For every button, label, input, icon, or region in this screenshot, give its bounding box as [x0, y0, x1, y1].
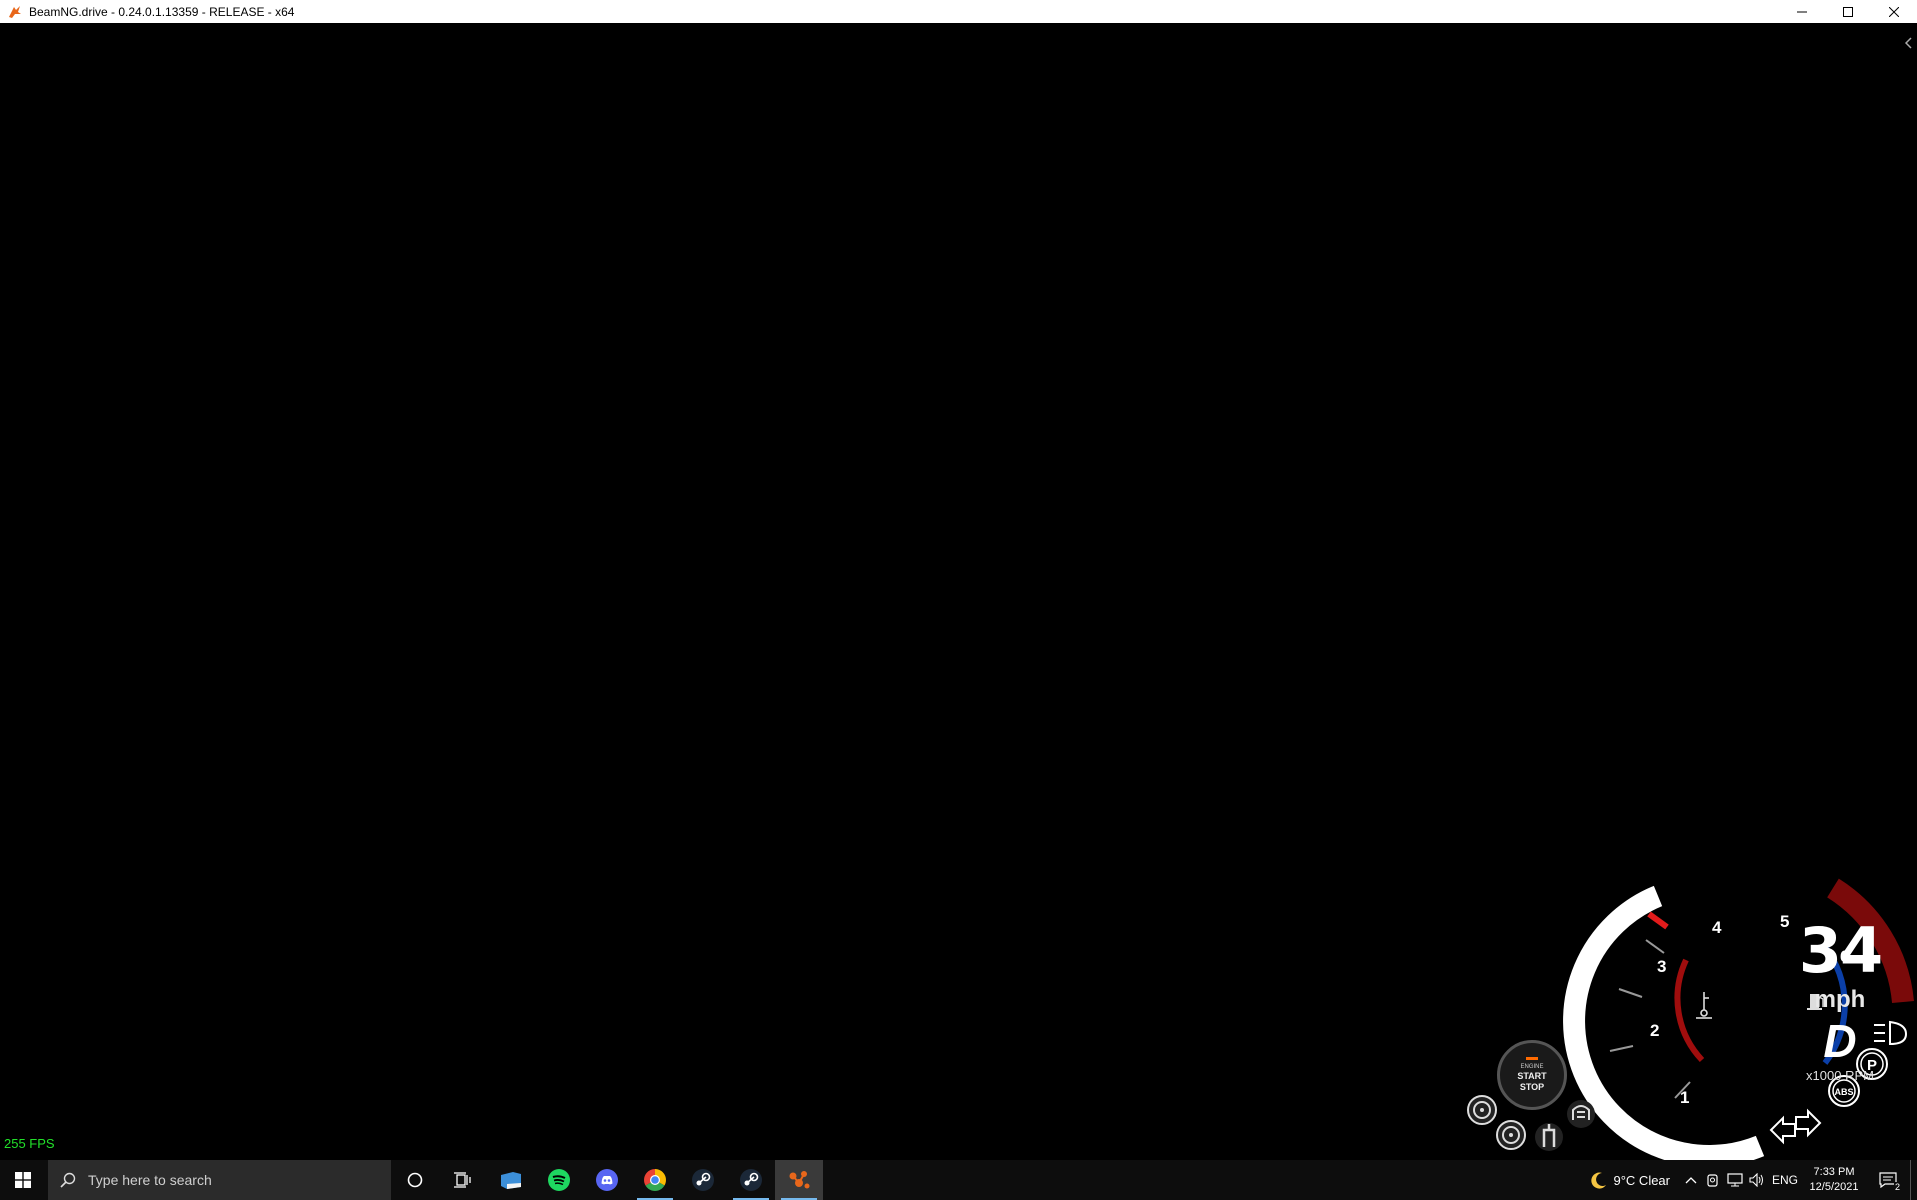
- start-button[interactable]: [0, 1160, 46, 1200]
- window-title: BeamNG.drive - 0.24.0.1.13359 - RELEASE …: [29, 4, 295, 19]
- cortana-button[interactable]: [391, 1160, 439, 1200]
- taskbar: 9°C Clear ENG 7:33 PM 12/5/2021 2: [0, 1160, 1917, 1200]
- minimize-button[interactable]: [1779, 0, 1825, 23]
- weather-widget[interactable]: 9°C Clear: [1590, 1160, 1681, 1200]
- taskbar-app-chrome[interactable]: [631, 1160, 679, 1200]
- maximize-button[interactable]: [1825, 0, 1871, 23]
- search-input[interactable]: [86, 1171, 350, 1189]
- weather-text: 9°C Clear: [1613, 1172, 1671, 1188]
- chevron-up-icon: [1685, 1177, 1697, 1184]
- moon-weather-icon: [1590, 1172, 1606, 1189]
- chevron-left-icon[interactable]: [1901, 33, 1915, 53]
- fps-counter: 255 FPS: [4, 1136, 55, 1151]
- beamng-icon: [789, 1171, 810, 1189]
- temperature-gauge: [1674, 958, 1705, 1063]
- tach-tick-label: 2: [1650, 1021, 1660, 1040]
- windows-logo-icon: [15, 1172, 31, 1188]
- transmission-icon[interactable]: [1535, 1123, 1563, 1151]
- rpm-needle: [1647, 911, 1669, 930]
- hazard-icon[interactable]: [1567, 1100, 1595, 1128]
- notification-count-badge: 2: [1893, 1182, 1901, 1192]
- file-explorer-icon: [501, 1172, 521, 1189]
- turn-right-icon[interactable]: [1795, 1108, 1822, 1138]
- volume-icon: [1749, 1173, 1763, 1187]
- temperature-icon: [1696, 992, 1712, 1019]
- taskbar-app-steam-2[interactable]: [727, 1160, 775, 1200]
- taskbar-search[interactable]: [48, 1160, 391, 1200]
- vehicle-dashboard: P ABS 1 2 3 4 5 6 34 mph D x1000 RPM ENG…: [1460, 860, 1917, 1160]
- taskbar-app-steam[interactable]: [679, 1160, 727, 1200]
- tach-tick-label: 4: [1712, 918, 1722, 937]
- tach-tick-label: 3: [1657, 957, 1667, 976]
- clock[interactable]: 7:33 PM 12/5/2021: [1802, 1160, 1866, 1200]
- show-desktop-button[interactable]: [1910, 1160, 1917, 1200]
- speed-readout: 34: [1798, 914, 1883, 987]
- svg-text:ABS: ABS: [1834, 1087, 1853, 1097]
- spotify-icon: [548, 1169, 570, 1191]
- network-icon: [1727, 1173, 1743, 1187]
- minimize-icon: [1797, 11, 1807, 12]
- speed-unit: mph: [1814, 986, 1866, 1013]
- engine-button-label-line3: STOP: [1519, 1082, 1545, 1092]
- taskbar-app-discord[interactable]: [583, 1160, 631, 1200]
- taskbar-app-beamng[interactable]: [775, 1160, 823, 1200]
- clock-date: 12/5/2021: [1809, 1181, 1859, 1193]
- action-center-button[interactable]: 2: [1866, 1160, 1910, 1200]
- close-icon: [1889, 6, 1899, 17]
- steam-icon: [740, 1169, 762, 1191]
- meet-now-icon: [1707, 1174, 1718, 1187]
- cortana-icon: [407, 1172, 423, 1188]
- engine-status-led: [1526, 1057, 1538, 1060]
- show-hidden-icons-button[interactable]: [1680, 1160, 1702, 1200]
- beamng-logo-icon: [9, 5, 21, 18]
- steam-icon: [692, 1169, 714, 1191]
- search-icon: [60, 1172, 76, 1188]
- task-view-button[interactable]: [439, 1160, 487, 1200]
- rpm-arc: [1563, 885, 1765, 1160]
- maximize-icon: [1843, 6, 1853, 17]
- tach-tick-label: 1: [1680, 1088, 1690, 1107]
- clock-time: 7:33 PM: [1813, 1166, 1855, 1178]
- meet-now-button[interactable]: [1702, 1160, 1724, 1200]
- task-view-icon: [454, 1172, 471, 1188]
- engine-start-stop-button[interactable]: ENGINE START STOP: [1497, 1040, 1567, 1110]
- close-button[interactable]: [1871, 0, 1917, 23]
- volume-button[interactable]: [1746, 1160, 1768, 1200]
- engine-button-label-line1: ENGINE: [1520, 1064, 1544, 1070]
- differential-lock-icon[interactable]: [1496, 1120, 1526, 1150]
- input-language[interactable]: ENG: [1768, 1160, 1802, 1200]
- chrome-icon: [644, 1169, 666, 1191]
- network-button[interactable]: [1724, 1160, 1746, 1200]
- window-title-bar: BeamNG.drive - 0.24.0.1.13359 - RELEASE …: [0, 0, 1917, 23]
- turn-left-icon[interactable]: [1769, 1115, 1796, 1145]
- taskbar-app-file-explorer[interactable]: [487, 1160, 535, 1200]
- system-tray: 9°C Clear ENG 7:33 PM 12/5/2021 2: [1590, 1160, 1917, 1200]
- rpm-unit-label: x1000 RPM: [1806, 1068, 1874, 1083]
- taskbar-app-spotify[interactable]: [535, 1160, 583, 1200]
- wheel-icon[interactable]: [1467, 1095, 1497, 1125]
- discord-icon: [596, 1169, 618, 1191]
- engine-button-label-line2: START: [1517, 1071, 1547, 1081]
- gear-indicator: D: [1823, 1015, 1857, 1067]
